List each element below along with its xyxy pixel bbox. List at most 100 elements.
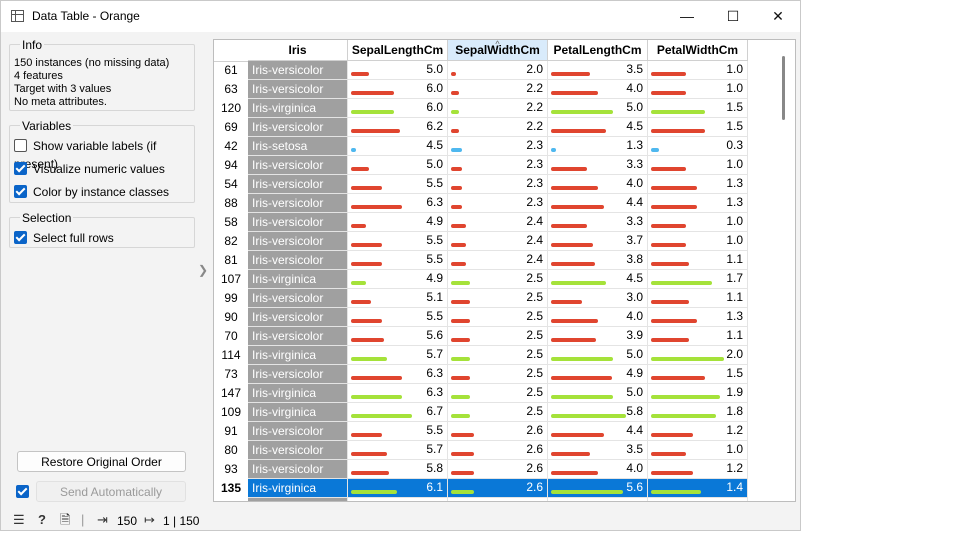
row-header[interactable]: 135 (214, 479, 248, 498)
value-cell[interactable]: 1.9 (648, 384, 748, 403)
value-cell[interactable]: 5.6 (548, 479, 648, 498)
value-cell[interactable]: 2.5 (448, 270, 548, 289)
value-cell[interactable]: 5.1 (348, 289, 448, 308)
value-cell[interactable]: 1.1 (648, 327, 748, 346)
minimize-button[interactable]: — (664, 1, 710, 32)
value-cell[interactable]: 3.5 (548, 441, 648, 460)
value-cell[interactable]: 2.2 (448, 99, 548, 118)
value-cell[interactable]: 1.0 (648, 80, 748, 99)
class-cell[interactable]: Iris-versicolor (248, 118, 348, 137)
column-header-petallengthcm[interactable]: PetalLengthCm (548, 40, 648, 61)
value-cell[interactable]: 2.6 (448, 422, 548, 441)
value-cell[interactable]: 2.6 (448, 479, 548, 498)
value-cell[interactable]: 4.4 (548, 194, 648, 213)
value-cell[interactable]: 4.9 (348, 213, 448, 232)
class-cell[interactable]: Iris-virginica (248, 99, 348, 118)
value-cell[interactable]: 7.7 (348, 498, 448, 501)
value-cell[interactable]: 4.5 (548, 118, 648, 137)
value-cell[interactable]: 1.3 (648, 175, 748, 194)
row-header[interactable]: 109 (214, 403, 248, 422)
value-cell[interactable]: 3.3 (548, 213, 648, 232)
value-cell[interactable]: 4.5 (348, 137, 448, 156)
column-header-iris[interactable]: Iris (248, 40, 348, 61)
value-cell[interactable]: 2.4 (448, 213, 548, 232)
column-header-sepalwidthcm[interactable]: ^ SepalWidthCm (448, 40, 548, 61)
value-cell[interactable]: 2.6 (448, 498, 548, 501)
value-cell[interactable]: 3.9 (548, 327, 648, 346)
value-cell[interactable]: 5.8 (548, 403, 648, 422)
value-cell[interactable]: 1.0 (648, 61, 748, 80)
class-cell[interactable]: Iris-virginica (248, 384, 348, 403)
class-cell[interactable]: Iris-versicolor (248, 460, 348, 479)
row-header[interactable]: 91 (214, 422, 248, 441)
value-cell[interactable]: 1.5 (648, 365, 748, 384)
value-cell[interactable]: 2.4 (448, 232, 548, 251)
value-cell[interactable]: 2.3 (648, 498, 748, 501)
row-header[interactable]: 107 (214, 270, 248, 289)
checkbox-checked-icon[interactable] (14, 231, 27, 245)
row-header[interactable]: 82 (214, 232, 248, 251)
row-header[interactable]: 80 (214, 441, 248, 460)
value-cell[interactable]: 5.0 (548, 99, 648, 118)
value-cell[interactable]: 2.6 (448, 441, 548, 460)
value-cell[interactable]: 3.5 (548, 61, 648, 80)
value-cell[interactable]: 5.5 (348, 251, 448, 270)
value-cell[interactable]: 6.0 (348, 80, 448, 99)
value-cell[interactable]: 2.5 (448, 327, 548, 346)
class-cell[interactable]: Iris-versicolor (248, 175, 348, 194)
row-header[interactable]: 94 (214, 156, 248, 175)
close-button[interactable]: ✕ (755, 1, 801, 32)
value-cell[interactable]: 6.9 (548, 498, 648, 501)
value-cell[interactable]: 2.3 (448, 156, 548, 175)
class-cell[interactable] (248, 498, 348, 501)
report-icon[interactable]: 🗎 (60, 513, 70, 527)
value-cell[interactable]: 2.3 (448, 175, 548, 194)
column-header-sepallengthcm[interactable]: SepalLengthCm (348, 40, 448, 61)
class-cell[interactable]: Iris-versicolor (248, 61, 348, 80)
value-cell[interactable]: 4.9 (548, 365, 648, 384)
value-cell[interactable]: 1.3 (648, 194, 748, 213)
value-cell[interactable]: 2.3 (448, 137, 548, 156)
value-cell[interactable]: 2.5 (448, 403, 548, 422)
restore-order-button[interactable]: Restore Original Order (17, 451, 186, 472)
value-cell[interactable]: 1.1 (648, 289, 748, 308)
value-cell[interactable]: 1.5 (648, 99, 748, 118)
value-cell[interactable]: 6.0 (348, 99, 448, 118)
row-header[interactable]: 70 (214, 327, 248, 346)
value-cell[interactable]: 3.7 (548, 232, 648, 251)
class-cell[interactable]: Iris-versicolor (248, 194, 348, 213)
class-cell[interactable]: Iris-versicolor (248, 232, 348, 251)
value-cell[interactable]: 3.8 (548, 251, 648, 270)
value-cell[interactable]: 2.6 (448, 460, 548, 479)
row-header[interactable]: 69 (214, 118, 248, 137)
class-cell[interactable]: Iris-versicolor (248, 422, 348, 441)
value-cell[interactable]: 2.4 (448, 251, 548, 270)
value-cell[interactable]: 2.5 (448, 384, 548, 403)
row-header[interactable]: 42 (214, 137, 248, 156)
value-cell[interactable]: 4.9 (348, 270, 448, 289)
value-cell[interactable]: 2.0 (448, 61, 548, 80)
value-cell[interactable]: 5.0 (348, 61, 448, 80)
value-cell[interactable]: 3.0 (548, 289, 648, 308)
class-cell[interactable]: Iris-versicolor (248, 213, 348, 232)
value-cell[interactable]: 3.3 (548, 156, 648, 175)
help-icon[interactable]: ? (38, 513, 46, 527)
row-header[interactable]: 93 (214, 460, 248, 479)
row-header[interactable]: 90 (214, 308, 248, 327)
value-cell[interactable]: 1.3 (648, 308, 748, 327)
show-labels-checkbox[interactable]: Show variable labels (if present) (14, 137, 194, 171)
value-cell[interactable]: 2.5 (448, 365, 548, 384)
value-cell[interactable]: 4.0 (548, 460, 648, 479)
color-by-class-checkbox[interactable]: Color by instance classes (14, 183, 169, 201)
value-cell[interactable]: 5.5 (348, 175, 448, 194)
value-cell[interactable]: 1.7 (648, 270, 748, 289)
row-header[interactable]: 114 (214, 346, 248, 365)
value-cell[interactable]: 6.3 (348, 365, 448, 384)
value-cell[interactable]: 1.5 (648, 118, 748, 137)
class-cell[interactable]: Iris-versicolor (248, 80, 348, 99)
value-cell[interactable]: 2.3 (448, 194, 548, 213)
class-cell[interactable]: Iris-versicolor (248, 308, 348, 327)
class-cell[interactable]: Iris-versicolor (248, 365, 348, 384)
class-cell[interactable]: Iris-versicolor (248, 327, 348, 346)
value-cell[interactable]: 4.5 (548, 270, 648, 289)
